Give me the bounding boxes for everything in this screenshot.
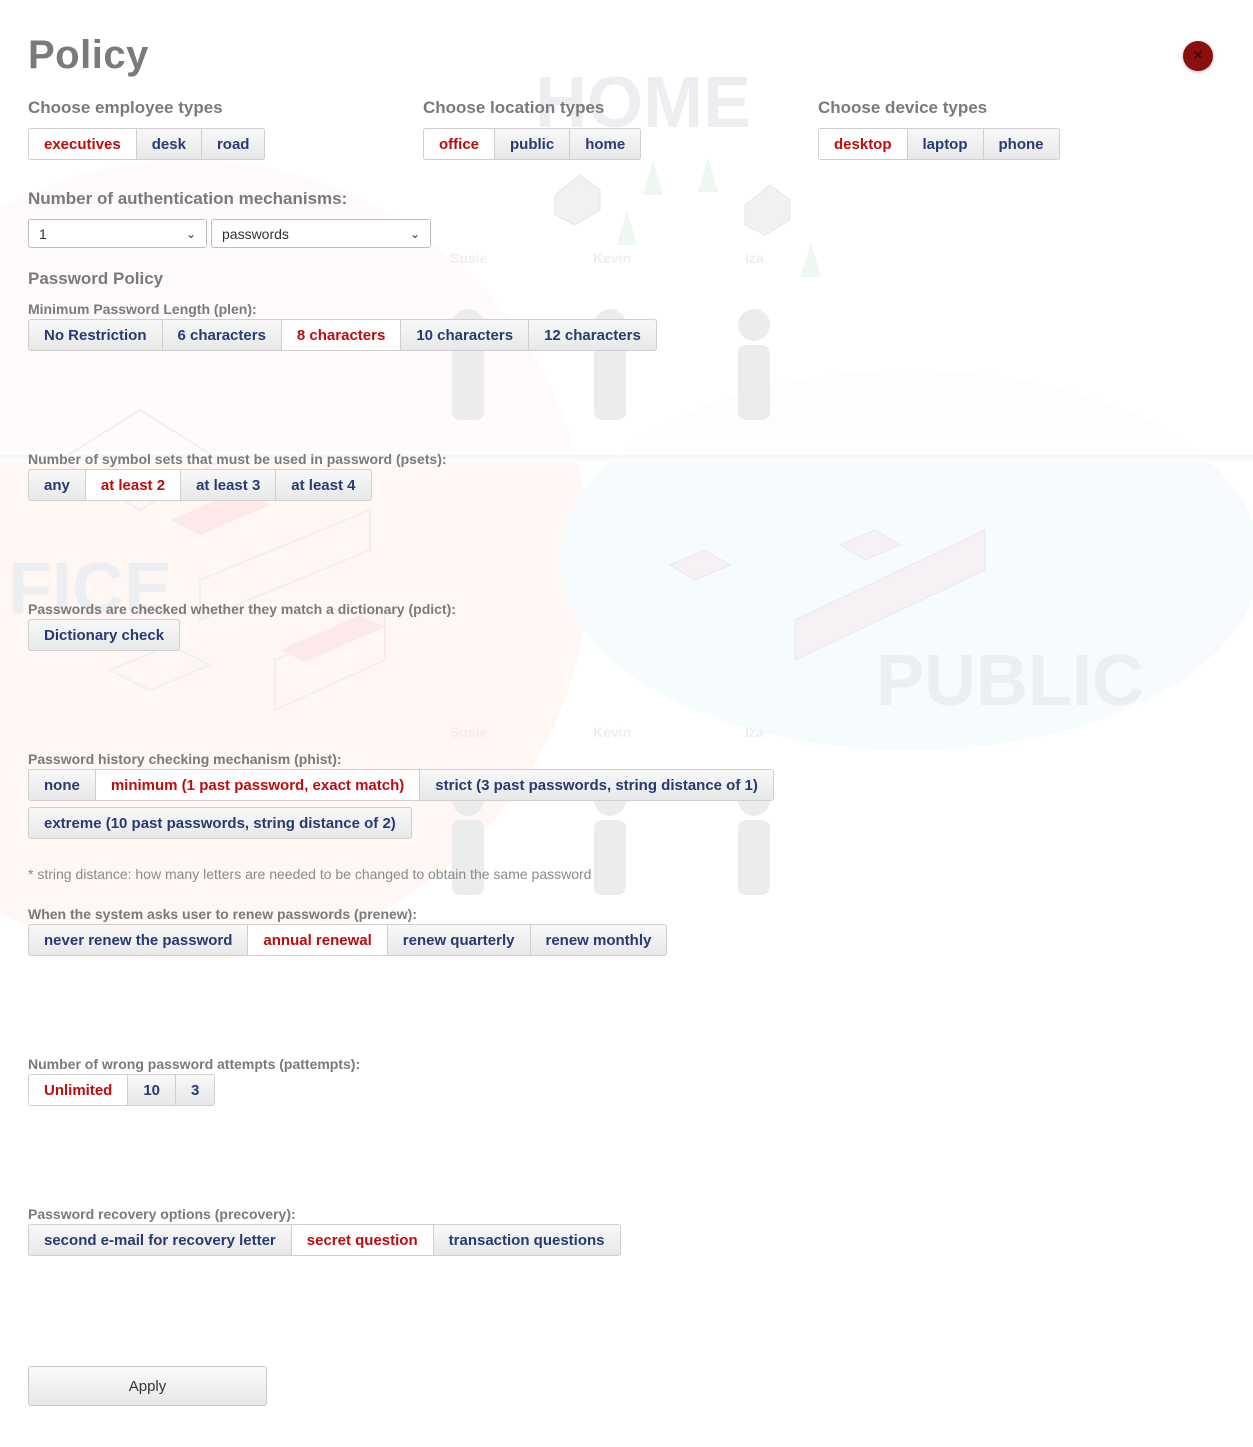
psets-option-button[interactable]: at least 2 bbox=[85, 469, 182, 501]
pattempts-group: Unlimited 10 3 bbox=[28, 1074, 216, 1106]
auth-mechanisms-label: Number of authentication mechanisms: bbox=[28, 189, 348, 208]
prenew-option-button[interactable]: never renew the password bbox=[28, 924, 249, 956]
precovery-label: Password recovery options (precovery): bbox=[28, 1206, 296, 1222]
prenew-option-button[interactable]: renew quarterly bbox=[387, 924, 531, 956]
precovery-option-button[interactable]: secret question bbox=[291, 1224, 434, 1256]
close-button[interactable]: × bbox=[1183, 41, 1213, 71]
plen-option-button[interactable]: 10 characters bbox=[401, 319, 530, 351]
employee-types-option-button[interactable]: desk bbox=[136, 128, 202, 160]
string-distance-note: * string distance: how many letters are … bbox=[28, 866, 592, 882]
auth-count-value: 1 bbox=[39, 225, 47, 242]
employee-types-label: Choose employee types bbox=[28, 98, 223, 117]
prenew-option-button[interactable]: annual renewal bbox=[248, 924, 388, 956]
plen-option-button[interactable]: 12 characters bbox=[529, 319, 657, 351]
auth-mechanism-select[interactable]: passwords ⌄ bbox=[211, 219, 431, 248]
auth-mechanism-value: passwords bbox=[222, 225, 289, 242]
psets-group: any at least 2 at least 3 at least 4 bbox=[28, 469, 372, 501]
policy-panel: Policy × Choose employee types executive… bbox=[0, 0, 1253, 1447]
chevron-down-icon: ⌄ bbox=[185, 226, 196, 241]
prenew-group: never renew the password annual renewal re… bbox=[28, 924, 668, 956]
phist-label: Password history checking mechanism (phi… bbox=[28, 751, 342, 767]
pdict-option-button[interactable]: Dictionary check bbox=[28, 619, 181, 651]
device-types-option-button[interactable]: phone bbox=[983, 128, 1060, 160]
precovery-option-button[interactable]: transaction questions bbox=[433, 1224, 621, 1256]
pdict-label: Passwords are checked whether they match… bbox=[28, 601, 456, 617]
device-types-label: Choose device types bbox=[818, 98, 988, 117]
page-title: Policy bbox=[28, 33, 149, 77]
psets-label: Number of symbol sets that must be used … bbox=[28, 451, 447, 467]
location-types-group: office public home bbox=[423, 128, 642, 160]
location-types-option-button[interactable]: office bbox=[423, 128, 496, 160]
psets-option-button[interactable]: at least 3 bbox=[181, 469, 277, 501]
plen-option-button[interactable]: No Restriction bbox=[28, 319, 163, 351]
phist-option-button[interactable]: minimum (1 past password, exact match) bbox=[95, 769, 421, 801]
phist-option-button[interactable]: strict (3 past passwords, string distanc… bbox=[420, 769, 774, 801]
plen-group: No Restriction 6 characters 8 characters 10… bbox=[28, 319, 657, 351]
chevron-down-icon: ⌄ bbox=[409, 226, 420, 241]
psets-option-button[interactable]: at least 4 bbox=[276, 469, 372, 501]
prenew-label: When the system asks user to renew passw… bbox=[28, 906, 418, 922]
precovery-option-button[interactable]: second e-mail for recovery letter bbox=[28, 1224, 292, 1256]
pattempts-option-button[interactable]: 3 bbox=[176, 1074, 216, 1106]
plen-option-button[interactable]: 6 characters bbox=[162, 319, 282, 351]
employee-types-option-button[interactable]: road bbox=[201, 128, 266, 160]
close-icon: × bbox=[1193, 47, 1203, 64]
psets-option-button[interactable]: any bbox=[28, 469, 86, 501]
employee-types-option-button[interactable]: executives bbox=[28, 128, 137, 160]
device-types-option-button[interactable]: desktop bbox=[818, 128, 908, 160]
precovery-group: second e-mail for recovery letter secret … bbox=[28, 1224, 621, 1256]
password-policy-heading: Password Policy bbox=[28, 269, 164, 288]
plen-option-button[interactable]: 8 characters bbox=[281, 319, 402, 351]
apply-button[interactable]: Apply bbox=[28, 1366, 267, 1406]
pattempts-label: Number of wrong password attempts (patte… bbox=[28, 1056, 361, 1072]
device-types-option-button[interactable]: laptop bbox=[907, 128, 984, 160]
auth-count-select[interactable]: 1 ⌄ bbox=[28, 219, 207, 248]
employee-types-group: executives desk road bbox=[28, 128, 266, 160]
pattempts-option-button[interactable]: Unlimited bbox=[28, 1074, 129, 1106]
phist-option-button[interactable]: none bbox=[28, 769, 96, 801]
location-types-option-button[interactable]: home bbox=[570, 128, 642, 160]
pdict-group: Dictionary check bbox=[28, 619, 181, 651]
pattempts-option-button[interactable]: 10 bbox=[128, 1074, 177, 1106]
location-types-label: Choose location types bbox=[423, 98, 605, 117]
location-types-option-button[interactable]: public bbox=[495, 128, 571, 160]
phist-group: none minimum (1 past password, exact matc… bbox=[28, 769, 808, 839]
plen-label: Minimum Password Length (plen): bbox=[28, 301, 257, 317]
prenew-option-button[interactable]: renew monthly bbox=[530, 924, 668, 956]
phist-option-button[interactable]: extreme (10 past passwords, string dista… bbox=[28, 807, 412, 839]
device-types-group: desktop laptop phone bbox=[818, 128, 1060, 160]
